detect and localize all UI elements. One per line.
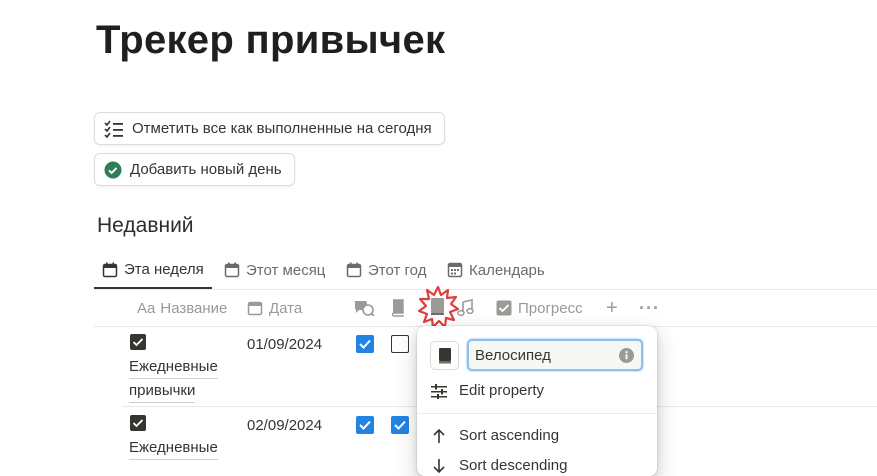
plus-icon: + (606, 296, 618, 319)
music-note-icon (457, 299, 474, 317)
book-icon (391, 299, 404, 317)
checklist-icon (104, 120, 123, 138)
tab-label: Календарь (469, 261, 545, 279)
view-tabs: Эта неделя Этот месяц Этот год Календарь (94, 252, 877, 290)
column-header-book-habit[interactable] (390, 290, 412, 326)
row-name[interactable]: Ежедневные (129, 436, 218, 460)
edit-property-item[interactable]: Edit property (431, 382, 544, 399)
property-name-value: Велосипед (475, 346, 551, 364)
tab-this-week[interactable]: Эта неделя (94, 252, 212, 289)
arrow-down-icon (433, 458, 445, 473)
page-title: Трекер привычек (96, 18, 446, 62)
menu-divider (417, 413, 657, 414)
tab-this-year[interactable]: Этот год (346, 252, 426, 288)
row-name-line: Ежедневные (129, 436, 218, 460)
checkbox-type-icon (496, 300, 512, 316)
habit-checkbox-checked[interactable] (356, 416, 374, 434)
page-checkbox-icon (130, 415, 146, 431)
row-name-line: Ежедневные (129, 355, 218, 379)
menu-item-label: Sort ascending (459, 427, 560, 444)
add-new-day-button[interactable]: Добавить новый день (94, 153, 295, 186)
sort-ascending-item[interactable]: Sort ascending (431, 427, 559, 444)
arrow-up-icon (433, 428, 445, 443)
column-header-label: Прогресс (518, 299, 583, 317)
tab-label: Этот месяц (246, 261, 326, 279)
calendar-icon (102, 262, 118, 277)
add-column-button[interactable]: + (606, 290, 618, 326)
calendar-icon (346, 262, 362, 278)
column-header-music-habit[interactable] (457, 290, 481, 326)
property-name-input[interactable]: Велосипед (467, 339, 643, 371)
menu-item-label: Edit property (459, 382, 545, 399)
row-name[interactable]: Ежедневные привычки (129, 355, 218, 403)
habit-checkbox-checked[interactable] (356, 335, 374, 353)
mark-all-done-label: Отметить все как выполненные на сегодня (132, 120, 432, 137)
calendar-grid-icon (447, 262, 463, 278)
calendar-icon (247, 301, 263, 316)
section-title: Недавний (97, 214, 194, 237)
property-menu: Велосипед Edit property Sort ascending S… (417, 326, 657, 476)
row-date[interactable]: 02/09/2024 (247, 417, 322, 434)
habit-checkbox-checked[interactable] (391, 416, 409, 434)
habit-checkbox-unchecked[interactable] (391, 335, 409, 353)
row-date[interactable]: 01/09/2024 (247, 336, 322, 353)
column-header-progress[interactable]: Прогресс (496, 290, 583, 326)
tab-label: Эта неделя (124, 261, 204, 278)
chat-bubbles-icon (354, 301, 375, 317)
add-new-day-label: Добавить новый день (130, 161, 282, 178)
calendar-icon (224, 262, 240, 278)
text-type-icon: Aa (137, 299, 156, 317)
row-name-line: привычки (129, 379, 196, 403)
book-icon (438, 347, 451, 363)
column-header-name[interactable]: Aa Название (137, 290, 227, 326)
column-header-date[interactable]: Дата (247, 290, 302, 326)
property-icon-picker[interactable] (430, 341, 459, 370)
more-options-button[interactable]: ··· (639, 290, 660, 326)
tab-label: Этот год (368, 261, 427, 279)
column-header-label: Дата (269, 299, 303, 317)
menu-item-label: Sort descending (459, 457, 568, 474)
highlight-burst-icon (417, 285, 460, 329)
info-icon[interactable] (619, 348, 634, 363)
column-header-label: Название (160, 299, 228, 317)
column-header-chat-habit[interactable] (353, 290, 381, 326)
page-checkbox-icon (130, 334, 146, 350)
table-header: Aa Название Дата Прогресс + ··· (94, 285, 877, 329)
tab-calendar[interactable]: Календарь (447, 252, 545, 288)
sliders-icon (431, 383, 447, 399)
sort-descending-item[interactable]: Sort descending (431, 457, 567, 474)
check-circle-icon (104, 161, 122, 178)
tab-this-month[interactable]: Этот месяц (224, 252, 325, 288)
mark-all-done-button[interactable]: Отметить все как выполненные на сегодня (94, 112, 445, 145)
more-dots-icon: ··· (639, 297, 660, 318)
